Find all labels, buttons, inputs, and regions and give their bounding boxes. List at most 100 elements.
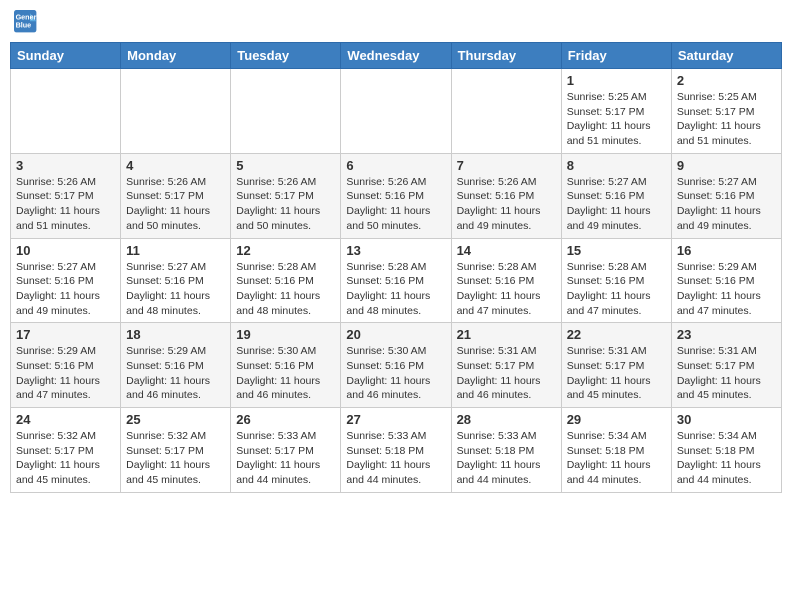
calendar-cell: 30 Sunrise: 5:34 AM Sunset: 5:18 PM Dayli… bbox=[671, 408, 781, 493]
weekday-header: Tuesday bbox=[231, 43, 341, 69]
day-number: 21 bbox=[457, 327, 556, 342]
svg-text:Blue: Blue bbox=[16, 21, 32, 30]
weekday-header: Sunday bbox=[11, 43, 121, 69]
day-info: Sunrise: 5:27 AM Sunset: 5:16 PM Dayligh… bbox=[16, 260, 115, 319]
day-number: 23 bbox=[677, 327, 776, 342]
day-number: 3 bbox=[16, 158, 115, 173]
day-info: Sunrise: 5:30 AM Sunset: 5:16 PM Dayligh… bbox=[346, 344, 445, 403]
calendar-cell: 25 Sunrise: 5:32 AM Sunset: 5:17 PM Dayli… bbox=[121, 408, 231, 493]
calendar-cell: 18 Sunrise: 5:29 AM Sunset: 5:16 PM Dayli… bbox=[121, 323, 231, 408]
calendar-cell: 28Sunrise: 5:33 AM Sunset: 5:18 PM Dayli… bbox=[451, 408, 561, 493]
day-number: 13 bbox=[346, 243, 445, 258]
calendar-cell: 12 Sunrise: 5:28 AM Sunset: 5:16 PM Dayli… bbox=[231, 238, 341, 323]
calendar-cell: 27 Sunrise: 5:33 AM Sunset: 5:18 PM Dayli… bbox=[341, 408, 451, 493]
day-info: Sunrise: 5:33 AM Sunset: 5:18 PM Dayligh… bbox=[346, 429, 445, 488]
calendar-week-row: 17 Sunrise: 5:29 AM Sunset: 5:16 PM Dayli… bbox=[11, 323, 782, 408]
day-number: 2 bbox=[677, 73, 776, 88]
day-info: Sunrise: 5:29 AM Sunset: 5:16 PM Dayligh… bbox=[16, 344, 115, 403]
calendar-week-row: 1 Sunrise: 5:25 AM Sunset: 5:17 PM Daylig… bbox=[11, 69, 782, 154]
day-info: Sunrise: 5:27 AM Sunset: 5:16 PM Dayligh… bbox=[126, 260, 225, 319]
logo-icon: General Blue bbox=[14, 10, 38, 34]
day-number: 19 bbox=[236, 327, 335, 342]
day-number: 17 bbox=[16, 327, 115, 342]
day-number: 4 bbox=[126, 158, 225, 173]
calendar-cell: 4 Sunrise: 5:26 AM Sunset: 5:17 PM Daylig… bbox=[121, 153, 231, 238]
weekday-header: Wednesday bbox=[341, 43, 451, 69]
day-number: 5 bbox=[236, 158, 335, 173]
day-info: Sunrise: 5:33 AM Sunset: 5:17 PM Dayligh… bbox=[236, 429, 335, 488]
weekday-header: Friday bbox=[561, 43, 671, 69]
calendar-cell: 23 Sunrise: 5:31 AM Sunset: 5:17 PM Dayli… bbox=[671, 323, 781, 408]
day-info: Sunrise: 5:26 AM Sunset: 5:17 PM Dayligh… bbox=[126, 175, 225, 234]
day-info: Sunrise: 5:34 AM Sunset: 5:18 PM Dayligh… bbox=[677, 429, 776, 488]
day-info: Sunrise: 5:33 AM Sunset: 5:18 PM Dayligh… bbox=[457, 429, 556, 488]
day-number: 10 bbox=[16, 243, 115, 258]
day-info: Sunrise: 5:32 AM Sunset: 5:17 PM Dayligh… bbox=[16, 429, 115, 488]
day-info: Sunrise: 5:34 AM Sunset: 5:18 PM Dayligh… bbox=[567, 429, 666, 488]
weekday-header: Monday bbox=[121, 43, 231, 69]
calendar-cell: 22 Sunrise: 5:31 AM Sunset: 5:17 PM Dayli… bbox=[561, 323, 671, 408]
day-number: 18 bbox=[126, 327, 225, 342]
day-number: 27 bbox=[346, 412, 445, 427]
day-info: Sunrise: 5:28 AM Sunset: 5:16 PM Dayligh… bbox=[346, 260, 445, 319]
calendar-cell: 10 Sunrise: 5:27 AM Sunset: 5:16 PM Dayli… bbox=[11, 238, 121, 323]
calendar-cell: 26 Sunrise: 5:33 AM Sunset: 5:17 PM Dayli… bbox=[231, 408, 341, 493]
calendar-cell: 3 Sunrise: 5:26 AM Sunset: 5:17 PM Daylig… bbox=[11, 153, 121, 238]
day-number: 22 bbox=[567, 327, 666, 342]
day-info: Sunrise: 5:25 AM Sunset: 5:17 PM Dayligh… bbox=[567, 90, 666, 149]
calendar-cell: 9 Sunrise: 5:27 AM Sunset: 5:16 PM Daylig… bbox=[671, 153, 781, 238]
day-info: Sunrise: 5:26 AM Sunset: 5:16 PM Dayligh… bbox=[346, 175, 445, 234]
day-number: 15 bbox=[567, 243, 666, 258]
calendar-cell: 20 Sunrise: 5:30 AM Sunset: 5:16 PM Dayli… bbox=[341, 323, 451, 408]
day-number: 1 bbox=[567, 73, 666, 88]
day-info: Sunrise: 5:29 AM Sunset: 5:16 PM Dayligh… bbox=[126, 344, 225, 403]
calendar-week-row: 10 Sunrise: 5:27 AM Sunset: 5:16 PM Dayli… bbox=[11, 238, 782, 323]
day-number: 25 bbox=[126, 412, 225, 427]
calendar-header-row: SundayMondayTuesdayWednesdayThursdayFrid… bbox=[11, 43, 782, 69]
day-number: 6 bbox=[346, 158, 445, 173]
weekday-header: Thursday bbox=[451, 43, 561, 69]
calendar-cell bbox=[231, 69, 341, 154]
calendar-cell: 7Sunrise: 5:26 AM Sunset: 5:16 PM Daylig… bbox=[451, 153, 561, 238]
day-info: Sunrise: 5:31 AM Sunset: 5:17 PM Dayligh… bbox=[457, 344, 556, 403]
day-number: 30 bbox=[677, 412, 776, 427]
calendar-cell: 2 Sunrise: 5:25 AM Sunset: 5:17 PM Daylig… bbox=[671, 69, 781, 154]
calendar-week-row: 3 Sunrise: 5:26 AM Sunset: 5:17 PM Daylig… bbox=[11, 153, 782, 238]
calendar-cell bbox=[11, 69, 121, 154]
day-number: 29 bbox=[567, 412, 666, 427]
day-info: Sunrise: 5:32 AM Sunset: 5:17 PM Dayligh… bbox=[126, 429, 225, 488]
day-info: Sunrise: 5:25 AM Sunset: 5:17 PM Dayligh… bbox=[677, 90, 776, 149]
calendar-cell: 1 Sunrise: 5:25 AM Sunset: 5:17 PM Daylig… bbox=[561, 69, 671, 154]
day-number: 26 bbox=[236, 412, 335, 427]
calendar-cell: 17 Sunrise: 5:29 AM Sunset: 5:16 PM Dayli… bbox=[11, 323, 121, 408]
day-info: Sunrise: 5:27 AM Sunset: 5:16 PM Dayligh… bbox=[677, 175, 776, 234]
calendar-cell bbox=[341, 69, 451, 154]
calendar-cell: 6 Sunrise: 5:26 AM Sunset: 5:16 PM Daylig… bbox=[341, 153, 451, 238]
calendar-cell: 29 Sunrise: 5:34 AM Sunset: 5:18 PM Dayli… bbox=[561, 408, 671, 493]
day-number: 16 bbox=[677, 243, 776, 258]
calendar-cell: 21 Sunrise: 5:31 AM Sunset: 5:17 PM Dayli… bbox=[451, 323, 561, 408]
day-number: 8 bbox=[567, 158, 666, 173]
day-info: Sunrise: 5:26 AM Sunset: 5:17 PM Dayligh… bbox=[16, 175, 115, 234]
calendar-cell bbox=[451, 69, 561, 154]
day-number: 9 bbox=[677, 158, 776, 173]
day-number: 24 bbox=[16, 412, 115, 427]
calendar-cell: 13 Sunrise: 5:28 AM Sunset: 5:16 PM Dayli… bbox=[341, 238, 451, 323]
calendar-cell: 19 Sunrise: 5:30 AM Sunset: 5:16 PM Dayli… bbox=[231, 323, 341, 408]
calendar-cell: 8 Sunrise: 5:27 AM Sunset: 5:16 PM Daylig… bbox=[561, 153, 671, 238]
day-info: Sunrise: 5:26 AM Sunset: 5:16 PM Dayligh… bbox=[457, 175, 556, 234]
day-info: Sunrise: 5:31 AM Sunset: 5:17 PM Dayligh… bbox=[567, 344, 666, 403]
calendar-cell: 5Sunrise: 5:26 AM Sunset: 5:17 PM Daylig… bbox=[231, 153, 341, 238]
day-info: Sunrise: 5:30 AM Sunset: 5:16 PM Dayligh… bbox=[236, 344, 335, 403]
day-info: Sunrise: 5:27 AM Sunset: 5:16 PM Dayligh… bbox=[567, 175, 666, 234]
calendar-cell: 11Sunrise: 5:27 AM Sunset: 5:16 PM Dayli… bbox=[121, 238, 231, 323]
day-info: Sunrise: 5:28 AM Sunset: 5:16 PM Dayligh… bbox=[567, 260, 666, 319]
day-number: 12 bbox=[236, 243, 335, 258]
day-number: 20 bbox=[346, 327, 445, 342]
calendar-cell: 15 Sunrise: 5:28 AM Sunset: 5:16 PM Dayli… bbox=[561, 238, 671, 323]
day-info: Sunrise: 5:28 AM Sunset: 5:16 PM Dayligh… bbox=[236, 260, 335, 319]
calendar-cell bbox=[121, 69, 231, 154]
day-info: Sunrise: 5:31 AM Sunset: 5:17 PM Dayligh… bbox=[677, 344, 776, 403]
calendar-cell: 24 Sunrise: 5:32 AM Sunset: 5:17 PM Dayli… bbox=[11, 408, 121, 493]
calendar-week-row: 24 Sunrise: 5:32 AM Sunset: 5:17 PM Dayli… bbox=[11, 408, 782, 493]
